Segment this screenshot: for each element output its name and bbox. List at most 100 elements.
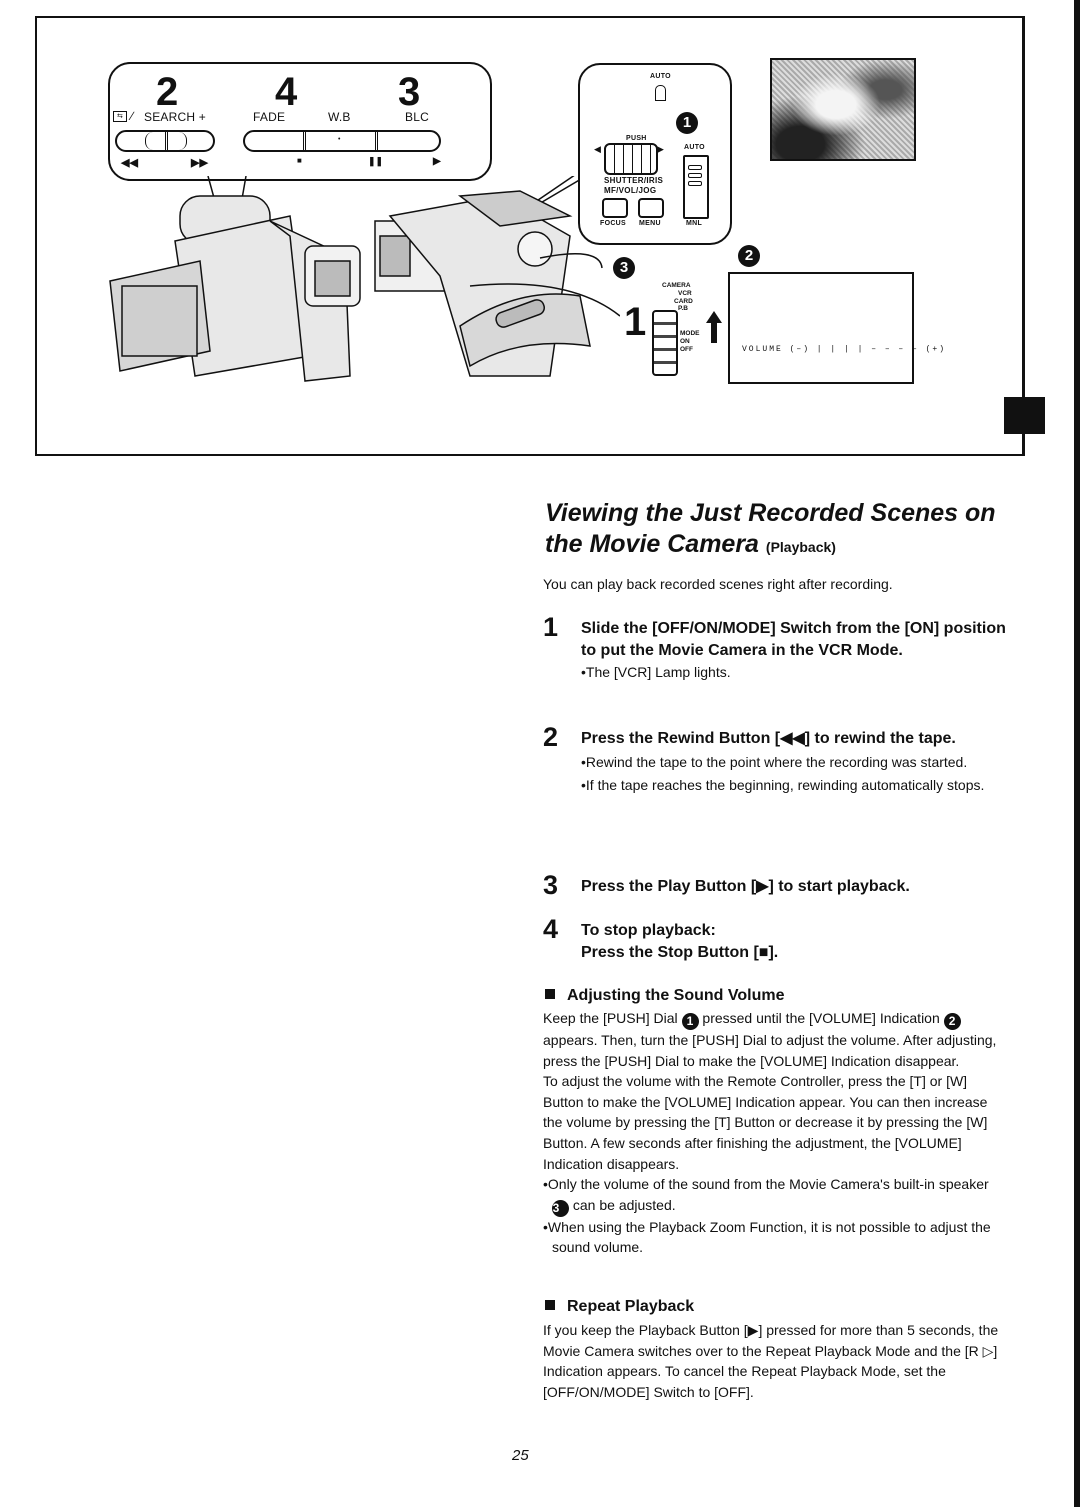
switch-grip <box>688 173 702 178</box>
step-instruction-line-1: To stop playback: <box>581 922 716 939</box>
text-run: Keep the [PUSH] Dial <box>543 1010 678 1026</box>
repeat-playback-heading: Repeat Playback <box>545 1298 694 1316</box>
step-bullet: •The [VCR] Lamp lights. <box>581 664 731 680</box>
menu-button[interactable] <box>638 198 664 218</box>
on-position-label: ON <box>680 338 690 345</box>
sound-volume-body: Keep the [PUSH] Dial 1 pressed until the… <box>543 1008 1005 1258</box>
step-number: 1 <box>543 612 559 642</box>
step-number: 2 <box>543 722 559 752</box>
sound-volume-heading: Adjusting the Sound Volume <box>545 987 784 1005</box>
mnl-label: MNL <box>686 220 703 227</box>
callout-ref-2: 2 <box>943 1013 961 1030</box>
fade-label: FADE <box>253 110 286 124</box>
step-instruction: Press the Rewind Button [◀◀] to rewind t… <box>581 730 956 747</box>
auto-top-label: AUTO <box>650 73 671 80</box>
up-arrow-icon <box>706 311 722 343</box>
control-panel-callout: 2 4 3 ⇆ ∕ SEARCH + FADE W.B BLC • ◀◀ ▶▶ … <box>108 62 492 181</box>
switch-grip <box>688 181 702 186</box>
step-number: 4 <box>543 914 559 944</box>
off-position-label: OFF <box>680 346 693 353</box>
text-run: •Only the volume of the sound from the M… <box>543 1176 989 1193</box>
step-instruction: Slide the [OFF/ON/MODE] Switch from the … <box>581 620 1006 659</box>
title-line-2: the Movie Camera <box>545 530 759 558</box>
switch-grip <box>688 165 702 170</box>
step-4: 4 To stop playback: Press the Stop Butto… <box>543 916 1013 964</box>
camera-lamp-label: CAMERA <box>662 282 691 289</box>
step-number-4: 4 <box>275 70 298 114</box>
fade-wb-blc-button-strip[interactable]: • <box>243 130 441 152</box>
pb-label: P.B <box>678 305 688 312</box>
title-suffix: (Playback) <box>765 539 836 555</box>
off-on-mode-switch[interactable] <box>652 310 678 376</box>
step-number-1: 1 <box>624 300 647 344</box>
volume-indicator-text: VOLUME (–) | | | | – – – – (+) <box>742 345 947 354</box>
search-label: SEARCH + <box>144 110 206 124</box>
square-bullet-icon <box>545 989 555 999</box>
auto-mnl-switch[interactable] <box>683 155 709 219</box>
title-line-1: Viewing the Just Recorded Scenes on <box>545 499 996 527</box>
page-edge-bar <box>1074 0 1080 1507</box>
callout-ref-3: 3 <box>552 1199 569 1217</box>
sound-volume-bullet-1: •Only the volume of the sound from the M… <box>543 1174 1005 1217</box>
playback-image-thumbnail <box>770 58 916 161</box>
dial-left-arrow-icon: ◀ <box>594 144 601 154</box>
pause-symbol-icon: ❚❚ <box>368 156 384 166</box>
search-rocker-divider <box>165 132 168 150</box>
card-lamp-label: CARD <box>674 298 693 305</box>
dial-right-arrow-icon: ▶ <box>657 144 664 154</box>
camcorder-right-icon <box>374 190 591 377</box>
camcorder-left-icon <box>109 195 361 382</box>
intro-text: You can play back recorded scenes right … <box>543 576 893 592</box>
push-dial-control[interactable] <box>604 143 658 175</box>
shutter-iris-label: SHUTTER/IRIS <box>604 176 664 185</box>
text-run: can be adjusted. <box>572 1196 676 1213</box>
vcr-lamp-label: VCR <box>678 290 692 297</box>
callout-number-1: 1 <box>676 112 698 134</box>
minus-slash-icon: ∕ <box>131 109 134 123</box>
sound-volume-paragraph-2: To adjust the volume with the Remote Con… <box>543 1073 988 1172</box>
callout-ref-1: 1 <box>681 1013 699 1030</box>
repeat-playback-heading-text: Repeat Playback <box>567 1298 695 1315</box>
fade-wb-divider <box>303 132 306 150</box>
wb-label: W.B <box>328 110 351 124</box>
sound-volume-paragraph-1: Keep the [PUSH] Dial 1 pressed until the… <box>543 1008 1005 1071</box>
dial-panel-callout: AUTO 1 PUSH ◀ ▶ AUTO SHUTTER/IRIS MF/VOL… <box>578 63 732 245</box>
step-1: 1 Slide the [OFF/ON/MODE] Switch from th… <box>543 614 1013 683</box>
play-symbol-icon: ▶ <box>433 156 441 167</box>
sound-volume-heading-text: Adjusting the Sound Volume <box>567 987 785 1004</box>
focus-button[interactable] <box>602 198 628 218</box>
blc-label: BLC <box>405 110 429 124</box>
callout-number-3: 3 <box>613 257 635 279</box>
step-instruction: Press the Play Button [▶] to start playb… <box>581 878 910 895</box>
mf-vol-jog-label: MF/VOL/JOG <box>604 186 657 195</box>
step-number-3: 3 <box>398 70 421 114</box>
step-3: 3 Press the Play Button [▶] to start pla… <box>543 872 1013 899</box>
step-instruction-line-2: Press the Stop Button [■]. <box>581 944 779 961</box>
page-title: Viewing the Just Recorded Scenes on the … <box>545 498 1015 563</box>
sound-volume-bullet-2: •When using the Playback Zoom Function, … <box>543 1218 991 1256</box>
mode-position-label: MODE <box>680 330 700 337</box>
auto-side-label: AUTO <box>684 144 705 151</box>
page-number: 25 <box>512 1447 529 1464</box>
menu-label: MENU <box>639 220 661 227</box>
stop-symbol-icon: ■ <box>297 156 302 165</box>
wb-blc-divider <box>375 132 378 150</box>
focus-label: FOCUS <box>600 220 626 227</box>
camcorder-illustrations <box>109 176 620 382</box>
fast-forward-symbol-icon: ▶▶ <box>191 157 208 169</box>
step-number-2: 2 <box>156 70 179 114</box>
text-run: appears. Then, turn the [PUSH] Dial to a… <box>543 1032 997 1069</box>
text-run: pressed until the [VOLUME] Indication <box>702 1010 940 1026</box>
step-number: 3 <box>543 870 559 900</box>
volume-indicator-screen: VOLUME (–) | | | | – – – – (+) <box>728 272 944 384</box>
display-icon: ⇆ <box>113 111 127 122</box>
search-rocker-button[interactable] <box>115 130 215 152</box>
wb-dot: • <box>338 136 341 143</box>
rewind-symbol-icon: ◀◀ <box>121 157 138 169</box>
step-2: 2 Press the Rewind Button [◀◀] to rewind… <box>543 724 1013 795</box>
step-bullet: •If the tape reaches the beginning, rewi… <box>581 776 985 793</box>
auto-lamp-icon <box>655 85 666 101</box>
push-label: PUSH <box>626 135 647 142</box>
callout-number-2: 2 <box>738 245 760 267</box>
repeat-playback-body: If you keep the Playback Button [▶] pres… <box>543 1322 999 1400</box>
